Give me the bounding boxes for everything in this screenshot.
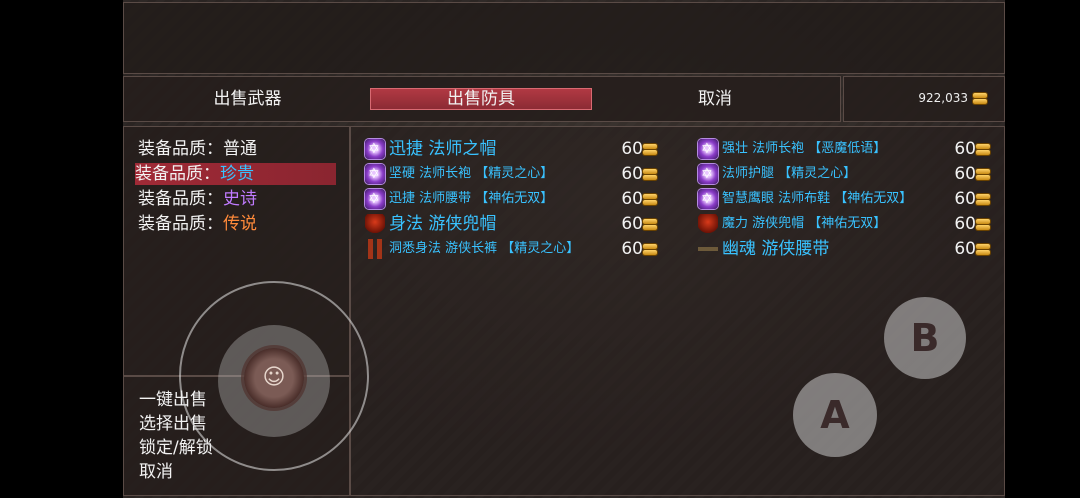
quality-separator: ：	[206, 139, 223, 159]
belt-icon	[698, 239, 718, 259]
gold-coin-icon	[976, 143, 990, 155]
item-row[interactable]: 智慧鹰眼 法师布鞋 【神佑无双】 60	[698, 188, 996, 210]
gold-coin-icon	[976, 218, 990, 230]
item-name: 强壮 法师长袍 【恶魔低语】	[722, 141, 887, 156]
item-name: 法师护腿 【精灵之心】	[722, 166, 857, 181]
gold-coin-icon	[643, 168, 657, 180]
item-row[interactable]: 魔力 游侠兜帽 【神佑无双】 60	[698, 213, 996, 235]
hood-icon	[365, 214, 385, 234]
rune-icon	[698, 164, 718, 184]
item-name: 洞悉身法 游侠长裤 【精灵之心】	[389, 241, 580, 256]
quality-value: 普通	[223, 139, 257, 159]
gold-amount: 922,033	[918, 91, 968, 105]
quality-separator: ：	[206, 189, 223, 209]
item-price: 60	[954, 214, 976, 234]
quality-filter-item[interactable]: 装备品质：史诗	[138, 188, 257, 210]
rune-icon	[698, 139, 718, 159]
rune-icon	[365, 139, 385, 159]
quality-value: 史诗	[223, 189, 257, 209]
tab-cancel[interactable]: 取消	[640, 88, 790, 110]
item-price: 60	[621, 239, 643, 259]
gold-coin-icon	[976, 168, 990, 180]
gold-coin-icon	[643, 243, 657, 255]
item-row[interactable]: 洞悉身法 游侠长裤 【精灵之心】 60	[365, 238, 663, 260]
item-row[interactable]: 坚硬 法师长袍 【精灵之心】 60	[365, 163, 663, 185]
gold-coin-icon	[643, 193, 657, 205]
item-price: 60	[954, 239, 976, 259]
item-price: 60	[621, 139, 643, 159]
item-name: 幽魂 游侠腰带	[722, 239, 830, 259]
item-name: 坚硬 法师长袍 【精灵之心】	[389, 166, 554, 181]
rune-icon	[365, 164, 385, 184]
hood-icon	[698, 214, 718, 234]
b-button[interactable]: B	[884, 297, 966, 379]
quality-value: 珍贵	[220, 164, 254, 184]
gold-coin-icon	[976, 243, 990, 255]
quality-filter-item[interactable]: 装备品质：珍贵	[135, 163, 336, 185]
cancel-button[interactable]: 取消	[139, 460, 173, 484]
quality-separator: ：	[203, 164, 220, 184]
top-panel	[123, 2, 1005, 74]
quality-value: 传说	[223, 214, 257, 234]
quality-filter-item[interactable]: 装备品质：传说	[138, 213, 257, 235]
item-price: 60	[954, 164, 976, 184]
quality-label: 装备品质	[138, 139, 206, 159]
item-row[interactable]: 身法 游侠兜帽 60	[365, 213, 663, 235]
rune-icon	[365, 189, 385, 209]
item-name: 身法 游侠兜帽	[389, 214, 497, 234]
item-row[interactable]: 强壮 法师长袍 【恶魔低语】 60	[698, 138, 996, 160]
quality-label: 装备品质	[138, 189, 206, 209]
a-button[interactable]: A	[793, 373, 877, 457]
rune-icon	[698, 189, 718, 209]
item-price: 60	[954, 139, 976, 159]
quality-filter-item[interactable]: 装备品质：普通	[138, 138, 257, 160]
lock-unlock-button[interactable]: 锁定/解锁	[139, 436, 213, 460]
tab-sell-weapons[interactable]: 出售武器	[180, 88, 315, 110]
character-avatar-icon: ☺	[262, 365, 286, 390]
item-price: 60	[954, 189, 976, 209]
item-price: 60	[621, 214, 643, 234]
item-name: 智慧鹰眼 法师布鞋 【神佑无双】	[722, 191, 913, 206]
item-row[interactable]: 迅捷 法师腰带 【神佑无双】 60	[365, 188, 663, 210]
item-name: 魔力 游侠兜帽 【神佑无双】	[722, 216, 887, 231]
gold-coin-icon	[976, 193, 990, 205]
gold-coin-icon	[643, 218, 657, 230]
item-row[interactable]: 迅捷 法师之帽 60	[365, 138, 663, 160]
quality-label: 装备品质	[135, 164, 203, 184]
gold-coin-icon	[643, 143, 657, 155]
legs-icon	[365, 239, 385, 259]
tab-sell-armor[interactable]: 出售防具	[370, 88, 592, 110]
item-row[interactable]: 幽魂 游侠腰带 60	[698, 238, 996, 260]
quality-label: 装备品质	[138, 214, 206, 234]
item-price: 60	[621, 189, 643, 209]
item-name: 迅捷 法师腰带 【神佑无双】	[389, 191, 554, 206]
gold-coin-icon	[973, 92, 987, 104]
item-row[interactable]: 法师护腿 【精灵之心】 60	[698, 163, 996, 185]
item-price: 60	[621, 164, 643, 184]
item-name: 迅捷 法师之帽	[389, 139, 497, 159]
quality-separator: ：	[206, 214, 223, 234]
